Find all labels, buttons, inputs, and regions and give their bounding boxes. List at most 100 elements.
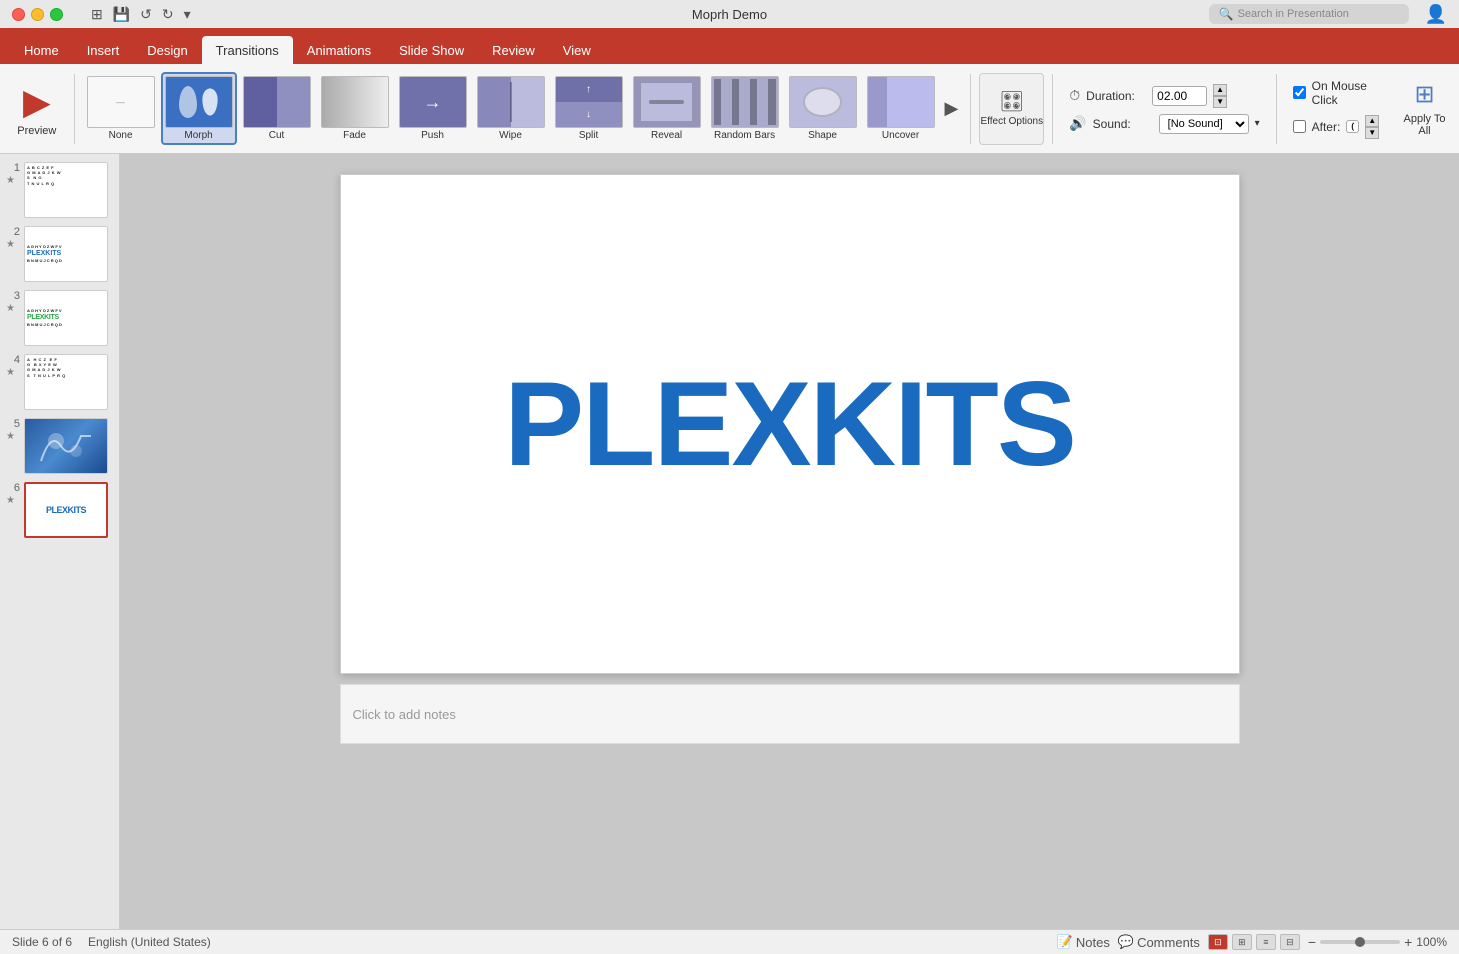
divider-4 (1276, 74, 1277, 144)
transition-cut[interactable]: Cut (239, 74, 315, 143)
view-grid[interactable]: ⊞ (1232, 934, 1252, 950)
slide-5-star: ★ (6, 431, 20, 442)
zoom-level: 100% (1416, 935, 1447, 949)
divider-3 (1052, 74, 1053, 144)
transition-none-label: None (109, 130, 133, 141)
transition-morph-label: Morph (184, 130, 212, 141)
apply-to-all-button[interactable]: ⊞ Apply To All (1398, 73, 1451, 145)
sound-row: 🔊 Sound: [No Sound] ▾ (1069, 114, 1259, 134)
transition-uncover-thumb (867, 76, 935, 128)
titlebar-icons: ⊞ 💾 ↺ ↻ ▾ (91, 6, 191, 23)
transition-reveal-thumb (633, 76, 701, 128)
tab-insert[interactable]: Insert (73, 36, 134, 64)
slide-item-4[interactable]: 4 ★ A H C Z E FG B X Y E WG M A D J K WS… (6, 354, 113, 410)
transition-shape[interactable]: Shape (785, 74, 861, 143)
user-icon[interactable]: 👤 (1425, 4, 1447, 25)
duration-input[interactable] (1152, 86, 1207, 106)
transitions-more-button[interactable]: ▶ (941, 96, 963, 121)
close-button[interactable] (12, 8, 25, 21)
search-icon: 🔍 (1219, 7, 1234, 21)
view-reading[interactable]: ≡ (1256, 934, 1276, 950)
zoom-out-button[interactable]: − (1308, 934, 1316, 950)
duration-up[interactable]: ▲ (1213, 84, 1227, 96)
tab-slideshow[interactable]: Slide Show (385, 36, 478, 64)
slide-1-star: ★ (6, 175, 20, 186)
transition-wipe-label: Wipe (499, 130, 522, 141)
slide-item-3[interactable]: 3 ★ A G H Y O Z W F V PLEXKITS B N M U J… (6, 290, 113, 346)
checkbox-section: On Mouse Click After: ▲ ▼ (1285, 69, 1394, 149)
transition-wipe[interactable]: Wipe (473, 74, 549, 143)
transition-morph[interactable]: Morph (161, 72, 237, 145)
maximize-button[interactable] (50, 8, 63, 21)
redo-icon[interactable]: ↻ (162, 6, 174, 23)
status-right: 📝 Notes 💬 Comments ⊡ ⊞ ≡ ⊟ − + 100% (1057, 934, 1447, 950)
duration-row: ⏱ Duration: ▲ ▼ (1069, 84, 1259, 108)
tab-view[interactable]: View (549, 36, 605, 64)
duration-down[interactable]: ▼ (1213, 96, 1227, 108)
view-slideshow[interactable]: ⊟ (1280, 934, 1300, 950)
slide-item-5[interactable]: 5 ★ (6, 418, 113, 474)
slide-3-thumb: A G H Y O Z W F V PLEXKITS B N M U J C R… (24, 290, 108, 346)
transition-fade[interactable]: Fade (317, 74, 393, 143)
after-input[interactable] (1346, 120, 1359, 133)
comments-button[interactable]: 💬 Comments (1118, 934, 1200, 950)
transition-none[interactable]: — None (83, 74, 159, 143)
zoom-controls: − + 100% (1308, 934, 1447, 950)
effect-options-icon: 🎛 (999, 89, 1024, 114)
view-buttons: ⊡ ⊞ ≡ ⊟ (1208, 934, 1300, 950)
clock-icon: ⏱ (1069, 87, 1080, 104)
more-icon[interactable]: ▾ (184, 6, 191, 23)
minimize-button[interactable] (31, 8, 44, 21)
tab-design[interactable]: Design (133, 36, 201, 64)
duration-label: Duration: (1086, 89, 1146, 103)
view-normal[interactable]: ⊡ (1208, 934, 1228, 950)
notes-button[interactable]: 📝 Notes (1057, 934, 1110, 950)
after-checkbox[interactable] (1293, 120, 1306, 133)
preview-button[interactable]: ▶ Preview (8, 73, 66, 145)
slide-3-info: 3 ★ (6, 290, 20, 314)
after-up[interactable]: ▲ (1365, 115, 1379, 127)
sidebar-icon[interactable]: ⊞ (91, 6, 103, 23)
timing-section: ⏱ Duration: ▲ ▼ 🔊 Sound: [No Sound] ▾ (1061, 69, 1267, 149)
on-mouse-click-checkbox[interactable] (1293, 86, 1306, 99)
save-icon[interactable]: 💾 (113, 6, 130, 23)
transition-push[interactable]: → Push (395, 74, 471, 143)
tab-review[interactable]: Review (478, 36, 549, 64)
titlebar-controls: 🔍 Search in Presentation 👤 (1209, 4, 1447, 25)
tab-transitions[interactable]: Transitions (202, 36, 293, 64)
transition-split[interactable]: ↑ ↓ Split (551, 74, 627, 143)
slide-5-info: 5 ★ (6, 418, 20, 442)
slide-item-2[interactable]: 2 ★ A G H Y O Z W F V PLEXKITS B N M U J… (6, 226, 113, 282)
transition-uncover[interactable]: Uncover (863, 74, 939, 143)
zoom-slider[interactable] (1320, 940, 1400, 944)
notes-label: Notes (1076, 935, 1110, 950)
divider-1 (74, 74, 75, 144)
undo-icon[interactable]: ↺ (140, 6, 152, 23)
slide-4-thumb: A H C Z E FG B X Y E WG M A D J K WS T N… (24, 354, 108, 410)
transition-random-bars-label: Random Bars (714, 130, 775, 141)
transition-reveal[interactable]: Reveal (629, 74, 705, 143)
slide-5-thumb (24, 418, 108, 474)
transition-shape-label: Shape (808, 130, 837, 141)
apply-to-all-label: Apply To All (1402, 113, 1447, 137)
slide-4-info: 4 ★ (6, 354, 20, 378)
effect-options-button[interactable]: 🎛 Effect Options (979, 73, 1044, 145)
notes-area[interactable]: Click to add notes (340, 684, 1240, 744)
search-bar[interactable]: 🔍 Search in Presentation (1209, 4, 1409, 24)
transition-fade-thumb (321, 76, 389, 128)
title-bar: ⊞ 💾 ↺ ↻ ▾ Moprh Demo 🔍 Search in Present… (0, 0, 1459, 28)
notes-icon: 📝 (1057, 934, 1073, 950)
after-down[interactable]: ▼ (1365, 127, 1379, 139)
comments-icon: 💬 (1118, 934, 1134, 950)
slide-item-1[interactable]: 1 ★ A B C Z E FG M A D J K WS N OT N U L… (6, 162, 113, 218)
preview-label: Preview (17, 125, 56, 137)
slide-item-6[interactable]: 6 ★ PLEXKITS (6, 482, 113, 538)
tab-home[interactable]: Home (10, 36, 73, 64)
after-spinner[interactable]: ▲ ▼ (1365, 115, 1379, 139)
slide-6-thumb: PLEXKITS (24, 482, 108, 538)
transition-random-bars[interactable]: Random Bars (707, 74, 783, 143)
tab-animations[interactable]: Animations (293, 36, 385, 64)
sound-select[interactable]: [No Sound] (1159, 114, 1249, 134)
zoom-in-button[interactable]: + (1404, 934, 1412, 950)
duration-spinner[interactable]: ▲ ▼ (1213, 84, 1227, 108)
